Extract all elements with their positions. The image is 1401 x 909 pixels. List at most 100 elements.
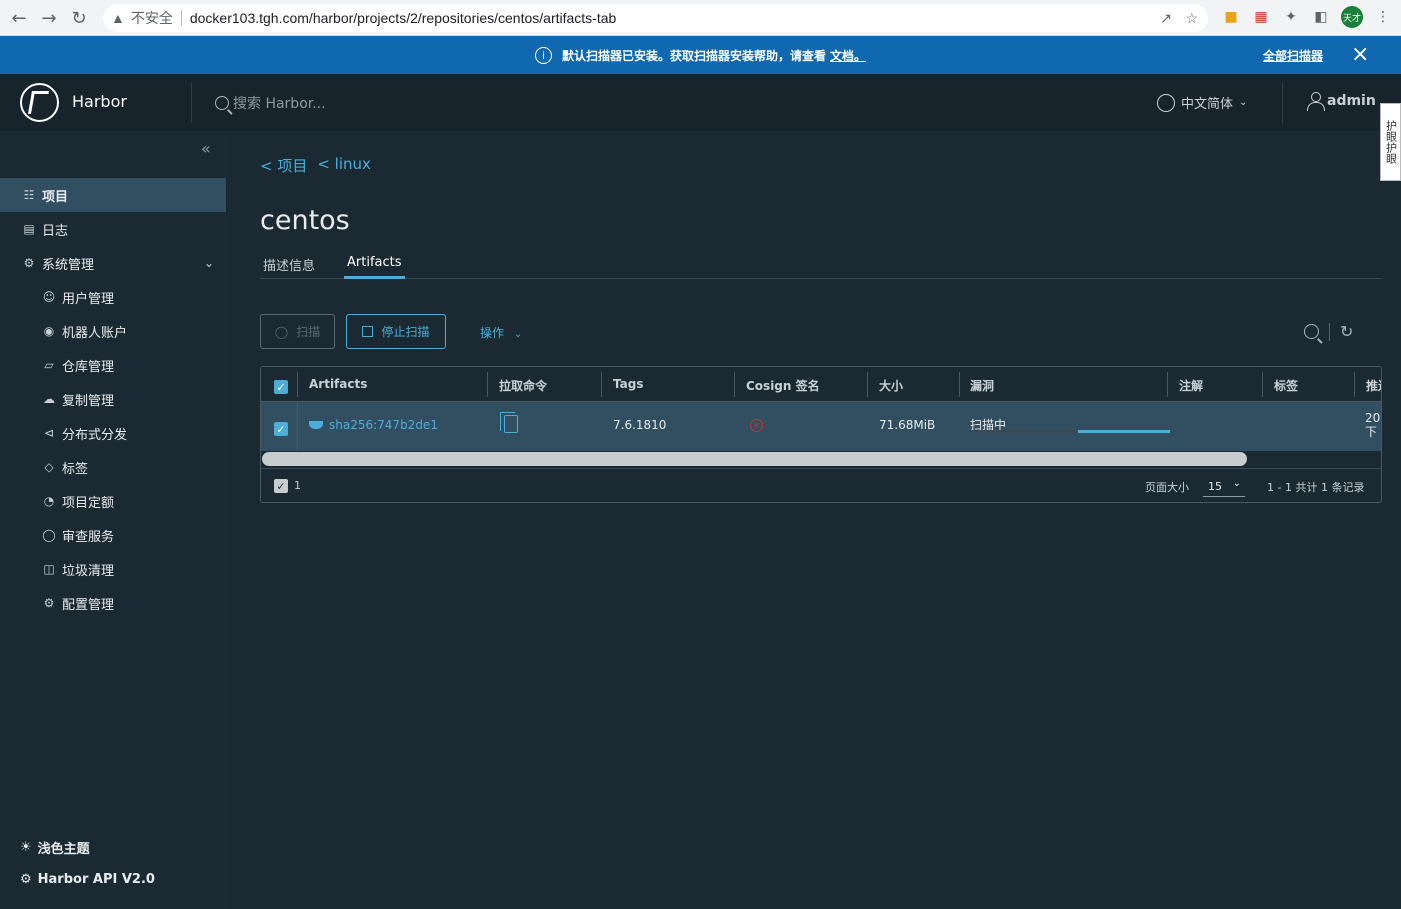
sidebar-item-users[interactable]: ☺ 用户管理 — [0, 280, 226, 314]
globe-icon — [1157, 93, 1175, 112]
sidebar-item-label: 项目定额 — [62, 495, 115, 511]
global-search[interactable]: 搜索 Harbor... — [215, 93, 326, 113]
gear-icon: ⚙ — [43, 596, 55, 610]
scrollbar-thumb[interactable] — [262, 452, 1247, 466]
search-icon[interactable] — [1304, 324, 1319, 339]
scan-button[interactable]: ◯ 扫描 — [260, 314, 335, 349]
artifact-size: 71.68MiB — [879, 418, 936, 432]
sidebar-item-label: 分布式分发 — [62, 427, 128, 443]
tools-divider — [1329, 322, 1330, 341]
sidebar-item-label: 垃圾清理 — [62, 563, 115, 579]
selected-indicator-checkbox[interactable]: ✓ — [274, 479, 288, 493]
brand-name[interactable]: Harbor — [72, 92, 127, 111]
projects-icon: ☷ — [23, 188, 35, 202]
sidebar-item-robots[interactable]: ◉ 机器人账户 — [0, 314, 226, 348]
row-checkbox[interactable]: ✓ — [274, 422, 288, 436]
column-header-tags: Tags — [613, 377, 644, 391]
column-divider — [297, 372, 298, 397]
push-time-line: 20 — [1365, 411, 1381, 425]
banner-message: 默认扫描器已安装。获取扫描器安装帮助，请查看 — [561, 48, 826, 63]
column-header-cosign: Cosign 签名 — [746, 379, 820, 393]
logs-icon: ▤ — [23, 222, 35, 236]
stop-scan-label: 停止扫描 — [381, 325, 430, 339]
sidebar-item-registries[interactable]: ▱ 仓库管理 — [0, 348, 226, 382]
column-divider — [601, 372, 602, 397]
url-text[interactable]: docker103.tgh.com/harbor/projects/2/repo… — [190, 10, 616, 26]
sidebar: « ☷ 项目 ▤ 日志 ⚙ 系统管理 ⌄ ☺ 用户管理 ◉ 机器人账户 ▱ 仓库… — [0, 131, 226, 909]
page-size-select[interactable]: 15 ⌄ — [1203, 477, 1245, 497]
search-icon — [215, 96, 229, 110]
tab-artifacts[interactable]: Artifacts — [347, 255, 402, 270]
theme-toggle[interactable]: ☀ 浅色主题 — [20, 838, 90, 857]
share-icon[interactable]: ↗ — [1160, 10, 1172, 27]
forward-icon[interactable]: → — [34, 3, 64, 33]
artifact-digest: sha256:747b2de1 — [329, 418, 438, 432]
breadcrumb-projects[interactable]: < 项目 — [260, 155, 307, 176]
sidebar-item-labels[interactable]: ◇ 标签 — [0, 450, 226, 484]
all-scanners-link[interactable]: 全部扫描器 — [1263, 47, 1323, 64]
stop-scan-button[interactable]: 停止扫描 — [346, 314, 446, 349]
actions-label: 操作 — [480, 326, 505, 340]
docker-icon — [309, 421, 323, 429]
browser-toolbar: ← → ↻ ▲ 不安全 docker103.tgh.com/harbor/pro… — [0, 0, 1401, 36]
color-extension-icon[interactable]: ▦ — [1251, 7, 1271, 27]
horizontal-scrollbar[interactable] — [261, 451, 1381, 468]
column-header-size[interactable]: 大小 — [879, 377, 903, 394]
column-divider — [1262, 372, 1263, 397]
select-all-checkbox[interactable]: ✓ — [274, 380, 288, 394]
page-size-value: 15 — [1208, 480, 1222, 493]
harbor-logo[interactable] — [20, 83, 59, 122]
breadcrumb-linux[interactable]: < linux — [317, 155, 371, 176]
push-time-line: 下 — [1365, 425, 1378, 439]
column-header-push-time[interactable]: 推送 — [1366, 377, 1381, 394]
sidepanel-icon[interactable]: ◧ — [1311, 7, 1331, 27]
user-menu[interactable]: admin — [1307, 92, 1376, 111]
selected-count: 1 — [294, 479, 301, 492]
chevron-down-icon: ⌄ — [203, 256, 214, 270]
actions-dropdown[interactable]: 操作 ⌄ — [480, 324, 522, 341]
artifact-digest-link[interactable]: sha256:747b2de1 — [309, 418, 438, 432]
search-input[interactable]: 搜索 Harbor... — [233, 93, 326, 113]
sidebar-item-interrogation[interactable]: ◯ 审查服务 — [0, 518, 226, 552]
reload-icon[interactable]: ↻ — [64, 3, 94, 33]
copy-pull-command-icon[interactable] — [500, 412, 518, 433]
chevron-down-icon: ⌄ — [513, 329, 523, 340]
sidebar-item-config[interactable]: ⚙ 配置管理 — [0, 586, 226, 620]
tab-info[interactable]: 描述信息 — [263, 255, 315, 274]
sidebar-item-replication[interactable]: ☁ 复制管理 — [0, 382, 226, 416]
collapse-sidebar-icon[interactable]: « — [201, 139, 211, 158]
sidebar-item-distribution[interactable]: ⊲ 分布式分发 — [0, 416, 226, 450]
refresh-icon[interactable]: ↻ — [1340, 322, 1353, 341]
close-icon[interactable]: × — [1351, 42, 1369, 67]
sidebar-item-projects[interactable]: ☷ 项目 — [0, 178, 226, 212]
column-divider — [297, 402, 298, 451]
address-bar[interactable]: ▲ 不安全 docker103.tgh.com/harbor/projects/… — [103, 4, 1208, 32]
artifacts-table: ✓ Artifacts 拉取命令 Tags Cosign 签名 大小 漏洞 注解… — [260, 366, 1382, 503]
distribution-icon: ⊲ — [43, 426, 55, 440]
sidebar-item-logs[interactable]: ▤ 日志 — [0, 212, 226, 246]
banner-doc-link[interactable]: 文档。 — [830, 47, 866, 64]
table-row[interactable]: ✓ sha256:747b2de1 7.6.1810 × 71.68MiB 扫描… — [261, 402, 1381, 451]
puzzle-icon[interactable]: ✦ — [1281, 7, 1301, 27]
profile-avatar[interactable]: 天才 — [1341, 6, 1363, 28]
insecure-label: 不安全 — [130, 10, 173, 26]
column-header-annotations: 注解 — [1179, 379, 1204, 393]
eye-care-tab[interactable]: 护眼护眼 — [1380, 103, 1401, 181]
sidebar-item-quotas[interactable]: ◔ 项目定额 — [0, 484, 226, 518]
star-icon[interactable]: ☆ — [1185, 10, 1198, 27]
column-divider — [867, 372, 868, 397]
sidebar-item-label: 配置管理 — [62, 597, 115, 613]
column-header-labels: 标签 — [1274, 379, 1299, 393]
menu-kebab-icon[interactable]: ⋮ — [1373, 7, 1393, 27]
sidebar-item-gc[interactable]: ◫ 垃圾清理 — [0, 552, 226, 586]
page-size-label: 页面大小 — [1145, 481, 1189, 494]
sidebar-item-admin[interactable]: ⚙ 系统管理 ⌄ — [0, 246, 226, 280]
back-icon[interactable]: ← — [4, 3, 34, 33]
language-selector[interactable]: 中文简体 ⌄ — [1157, 93, 1247, 112]
column-header-vulnerabilities[interactable]: 漏洞 — [970, 377, 994, 394]
api-explorer-link[interactable]: ⚙ Harbor API V2.0 — [20, 872, 155, 887]
table-tools: ↻ — [1304, 322, 1353, 341]
sidebar-item-label: 系统管理 — [42, 257, 95, 273]
column-header-artifacts[interactable]: Artifacts — [309, 377, 367, 391]
folder-extension-icon[interactable]: ■ — [1221, 7, 1241, 27]
